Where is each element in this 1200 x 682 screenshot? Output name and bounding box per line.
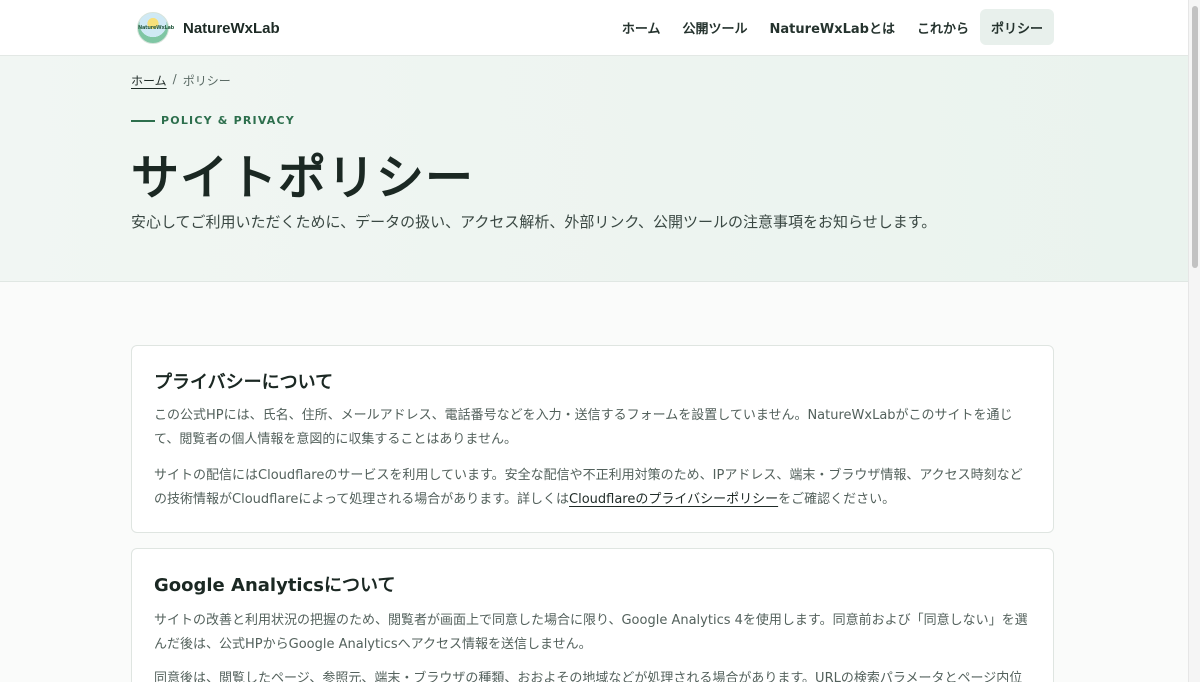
nav-policy[interactable]: ポリシー — [979, 9, 1054, 45]
analytics-paragraph-2: 同意後は、閲覧したページ、参照元、端末・ブラウザの種類、おおよその地域などが処理… — [154, 671, 1023, 682]
brand-link[interactable]: NatureWxLab NatureWxLab — [137, 10, 280, 46]
logo-icon: NatureWxLab — [137, 12, 174, 44]
privacy-title: プライバシーについて — [154, 372, 334, 393]
brand-name: NatureWxLab — [183, 19, 280, 37]
breadcrumb: ホーム / ポリシー — [131, 72, 231, 89]
breadcrumb-separator: / — [172, 72, 177, 86]
nav-future[interactable]: これから — [906, 9, 980, 45]
privacy-paragraph-2: サイトの配信にはCloudflareのサービスを利用しています。安全な配信や不正… — [154, 464, 1034, 512]
site-header: NatureWxLab NatureWxLab ホーム 公開ツール Nature… — [0, 0, 1188, 56]
privacy-p2-after: をご確認ください。 — [778, 492, 896, 507]
privacy-card: プライバシーについて この公式HPには、氏名、住所、メールアドレス、電話番号など… — [131, 345, 1054, 533]
analytics-card: Google Analyticsについて サイトの改善と利用状況の把握のため、閲… — [131, 548, 1054, 682]
breadcrumb-current: ポリシー — [182, 74, 231, 88]
analytics-paragraph-1: サイトの改善と利用状況の把握のため、閲覧者が画面上で同意した場合に限り、Goog… — [154, 613, 1028, 652]
eyebrow-text: POLICY & PRIVACY — [161, 114, 295, 127]
page-scrollbar[interactable] — [1188, 0, 1200, 682]
analytics-title: Google Analyticsについて — [154, 575, 396, 596]
scrollbar-thumb[interactable] — [1192, 6, 1198, 268]
page-title: サイトポリシー — [131, 150, 475, 206]
cloudflare-privacy-link[interactable]: Cloudflareのプライバシーポリシー — [569, 492, 778, 507]
eyebrow: POLICY & PRIVACY — [131, 114, 295, 127]
eyebrow-line — [131, 119, 155, 122]
nav-about[interactable]: NatureWxLabとは — [759, 9, 906, 45]
privacy-paragraph-1: この公式HPには、氏名、住所、メールアドレス、電話番号などを入力・送信するフォー… — [154, 408, 1013, 447]
nav-tools[interactable]: 公開ツール — [672, 9, 759, 45]
hero-section: ホーム / ポリシー POLICY & PRIVACY サイトポリシー 安心して… — [0, 56, 1188, 282]
breadcrumb-home[interactable]: ホーム — [131, 72, 167, 89]
main-nav: ホーム 公開ツール NatureWxLabとは これから ポリシー — [611, 9, 1054, 45]
nav-home[interactable]: ホーム — [611, 9, 672, 45]
page-lead: 安心してご利用いただくために、データの扱い、アクセス解析、外部リンク、公開ツール… — [131, 213, 937, 231]
